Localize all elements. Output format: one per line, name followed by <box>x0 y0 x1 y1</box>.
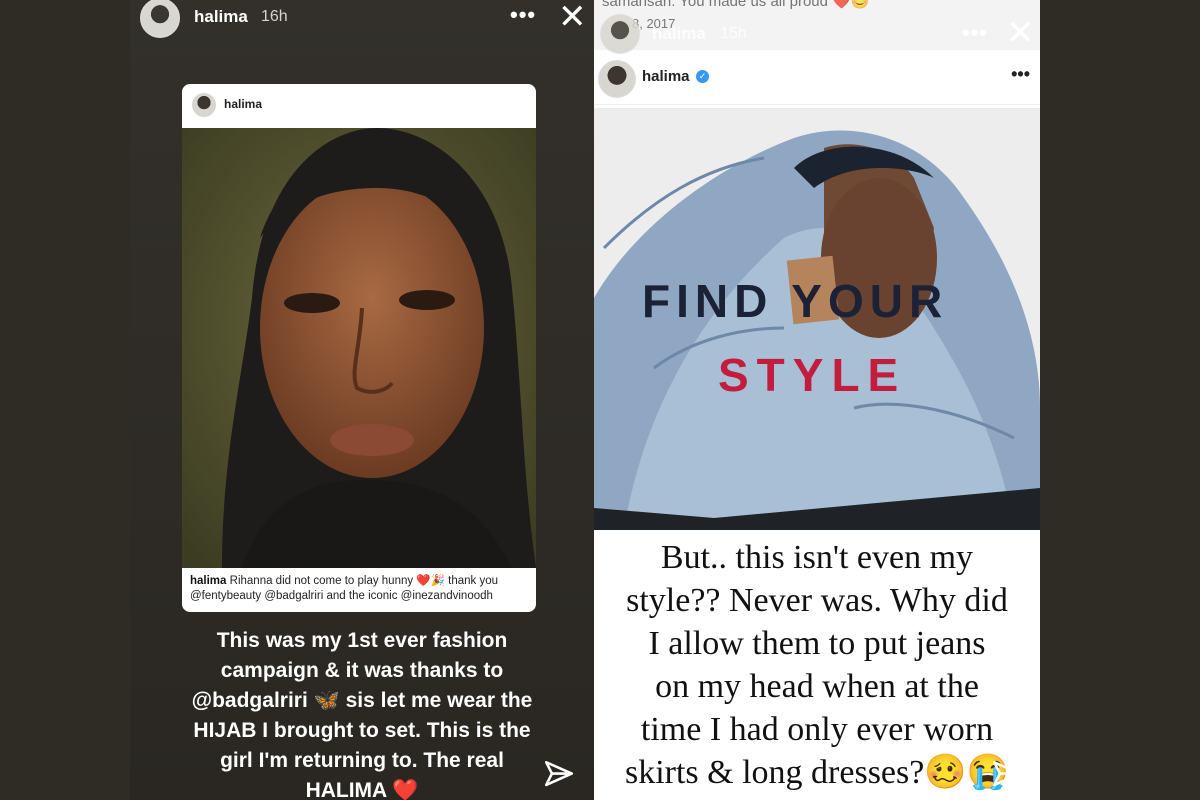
caption-text-2: @fentybeauty @badgalriri and the iconic … <box>190 590 493 602</box>
post-more-icon[interactable]: ••• <box>1011 64 1030 85</box>
left-backdrop <box>0 0 130 800</box>
caption-text-1: Rihanna did not come to play hunny ❤️🎉 t… <box>229 575 499 587</box>
story-username[interactable]: halima <box>652 24 706 44</box>
story-text-line: time I had only ever worn <box>640 711 994 748</box>
post-username[interactable]: halima <box>642 68 690 85</box>
avatar[interactable] <box>600 14 640 54</box>
right-backdrop <box>1040 0 1200 800</box>
story-header: halima 15h ••• ✕ <box>594 0 1040 60</box>
story-text-line: This was my 1st ever fashion <box>216 629 508 652</box>
shared-post-card[interactable]: halima halima Rihanna did not come to pl… <box>182 84 536 612</box>
story-header: halima 16h ••• ✕ <box>130 0 594 60</box>
story-text-line: HIJAB I brought to set. This is the <box>193 719 531 742</box>
verified-badge-icon: ✓ <box>696 70 709 83</box>
story-text-line: I allow them to put jeans <box>648 625 986 662</box>
story-text-line: skirts & long dresses?🥴😭 <box>624 754 1010 791</box>
story-text-line: on my head when at the <box>655 668 979 705</box>
story-text-line: girl I'm returning to. The real <box>220 749 504 772</box>
story-time: 15h <box>720 25 747 42</box>
story-username[interactable]: halima <box>194 7 248 27</box>
post-header: halima ✓ ••• <box>594 54 1040 105</box>
headline-style: STYLE <box>718 349 907 401</box>
post-photo: FIND YOUR STYLE <box>594 108 1040 530</box>
story-text: But.. this isn't even my style?? Never w… <box>594 536 1040 794</box>
story-text-line: HALIMA ❤️ <box>305 779 419 800</box>
story-text-line: But.. this isn't even my <box>660 539 974 576</box>
close-icon[interactable]: ✕ <box>558 0 587 34</box>
post-header: halima <box>182 84 536 128</box>
paper-plane-icon[interactable] <box>542 758 576 792</box>
story-text-line: @badgalriri 🦋 sis let me wear the <box>191 689 533 712</box>
caption-username[interactable]: halima <box>190 575 226 587</box>
portrait-illustration <box>182 128 536 568</box>
post-caption: halima Rihanna did not come to play hunn… <box>190 574 530 604</box>
close-icon[interactable]: ✕ <box>1006 16 1035 50</box>
story-time: 16h <box>261 8 288 25</box>
post-photo <box>182 128 536 568</box>
post-avatar[interactable] <box>192 93 216 117</box>
story-left[interactable]: halima 16h ••• ✕ halima halima Rihanna d… <box>130 0 594 800</box>
story-right[interactable]: samansah: You made us all proud ❤️😊 8, 2… <box>594 0 1040 800</box>
story-text: This was my 1st ever fashion campaign & … <box>148 626 576 800</box>
story-text-line: style?? Never was. Why did <box>626 582 1008 619</box>
headline-find-your: FIND YOUR <box>642 275 949 327</box>
more-options-icon[interactable]: ••• <box>510 2 536 28</box>
story-text-line: campaign & it was thanks to <box>220 659 504 682</box>
avatar[interactable] <box>140 0 180 38</box>
post-avatar[interactable] <box>598 60 636 98</box>
post-username[interactable]: halima <box>224 97 262 111</box>
paper-plane-icon[interactable] <box>990 758 1024 792</box>
more-options-icon[interactable]: ••• <box>962 20 988 46</box>
